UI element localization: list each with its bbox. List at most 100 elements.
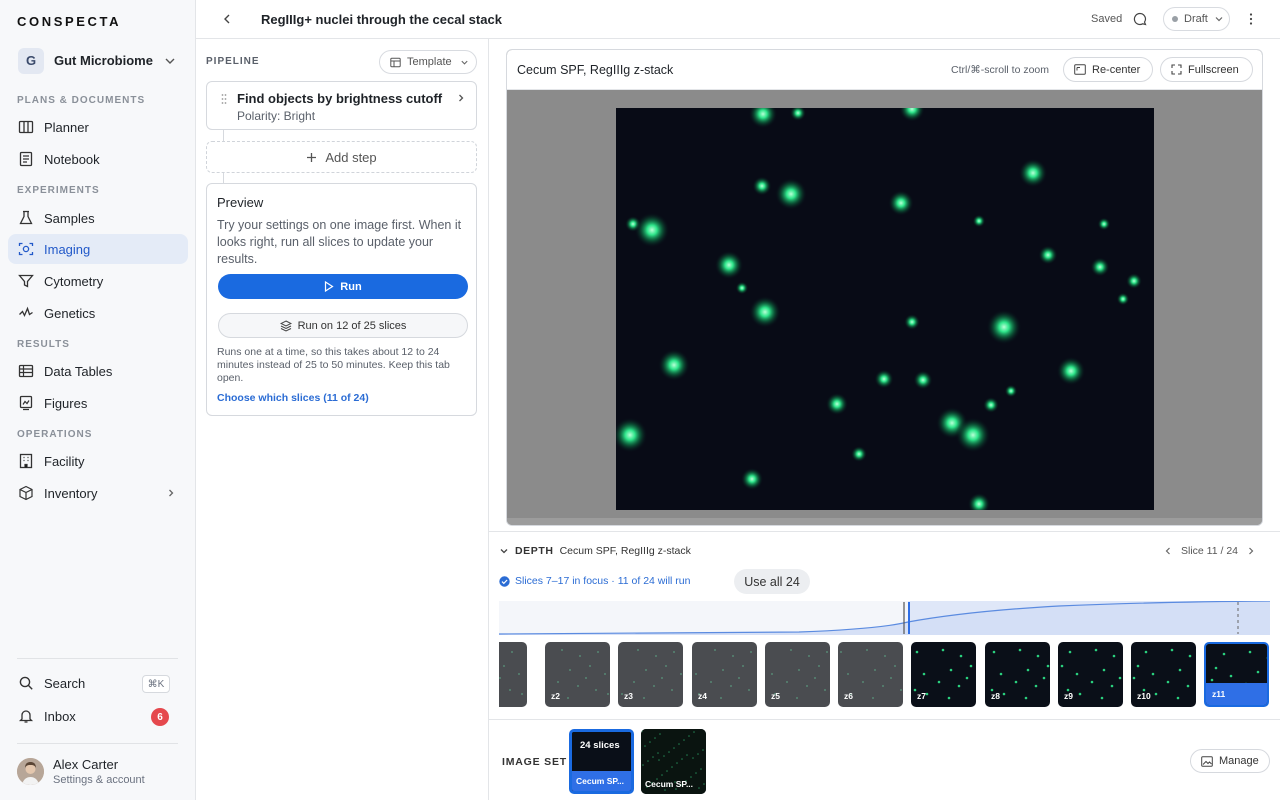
chevron-left-icon[interactable]: [1163, 546, 1173, 556]
pipeline-panel: PIPELINE Template Find objects by bright…: [196, 39, 489, 800]
status-dropdown[interactable]: Draft: [1163, 7, 1230, 31]
nucleus-spot: [749, 296, 781, 328]
inbox-label: Inbox: [44, 709, 76, 724]
zoom-hint: Ctrl/⌘-scroll to zoom: [951, 64, 1050, 76]
run-subset-label: Run on 12 of 25 slices: [297, 319, 407, 332]
slice-thumbnail[interactable]: [499, 642, 527, 707]
save-status: Saved: [1091, 13, 1123, 25]
nucleus-spot: [904, 314, 920, 330]
template-button[interactable]: Template: [379, 50, 477, 74]
step-connector: [223, 173, 224, 183]
sidebar-item-imaging[interactable]: Imaging: [8, 234, 188, 264]
sidebar-divider: [17, 743, 178, 744]
nucleus-spot: [851, 446, 867, 462]
chevron-right-icon[interactable]: [1246, 546, 1256, 556]
play-icon: [325, 281, 334, 292]
search-button[interactable]: Search ⌘K: [8, 668, 188, 698]
sidebar-item-planner[interactable]: Planner: [8, 112, 188, 142]
sidebar-item-figures[interactable]: Figures: [8, 388, 188, 418]
recenter-button[interactable]: Re-center: [1063, 57, 1153, 82]
sidebar-item-label: Samples: [44, 211, 95, 226]
slice-thumbnail[interactable]: z9: [1058, 642, 1123, 707]
template-label: Template: [407, 56, 452, 68]
sidebar-item-notebook[interactable]: Notebook: [8, 144, 188, 174]
notebook-icon: [19, 151, 33, 167]
pipeline-step[interactable]: Find objects by brightness cutoff Polari…: [206, 81, 477, 130]
viewer-card: Cecum SPF, RegIIIg z-stack Ctrl/⌘-scroll…: [506, 49, 1263, 526]
manage-label: Manage: [1219, 755, 1259, 767]
slice-thumbnail[interactable]: z6: [838, 642, 903, 707]
slice-label: z8: [991, 691, 1000, 701]
chevron-right-icon: [169, 489, 174, 497]
more-options-icon[interactable]: [1249, 12, 1253, 26]
nucleus-spot: [874, 369, 894, 389]
drag-handle-icon[interactable]: [221, 93, 227, 105]
app-window: CONSPECTA G Gut Microbiome Lab PLANS & D…: [0, 0, 1280, 800]
chevron-down-icon: [1215, 17, 1223, 22]
focus-curve[interactable]: [499, 601, 1270, 635]
sidebar-item-facility[interactable]: Facility: [8, 446, 188, 476]
sidebar-item-label: Notebook: [44, 152, 100, 167]
microscopy-image[interactable]: [616, 108, 1154, 510]
slice-label: z7: [917, 691, 926, 701]
slice-thumbnail[interactable]: z2: [545, 642, 610, 707]
use-all-button[interactable]: Use all 24: [734, 569, 810, 594]
filter-icon: [18, 274, 34, 288]
recenter-label: Re-center: [1092, 63, 1141, 76]
back-arrow-icon[interactable]: [220, 12, 234, 26]
inbox-button[interactable]: Inbox 6: [8, 701, 188, 731]
nucleus-spot: [740, 467, 764, 491]
slice-thumbnail[interactable]: z7: [911, 642, 976, 707]
workspace-switcher[interactable]: G Gut Microbiome Lab: [18, 47, 180, 74]
sidebar-item-samples[interactable]: Samples: [8, 203, 188, 233]
run-label: Run: [340, 280, 362, 293]
table-icon: [18, 364, 34, 378]
chevron-down-icon: [165, 58, 175, 64]
add-step-button[interactable]: Add step: [206, 141, 477, 173]
fullscreen-button[interactable]: Fullscreen: [1160, 57, 1253, 82]
section-operations: OPERATIONS: [17, 429, 93, 440]
chevron-right-icon: [459, 94, 464, 102]
sidebar-divider: [17, 658, 178, 659]
thumbnail-image: [499, 651, 523, 695]
chevron-down-icon: [461, 60, 468, 65]
comment-icon[interactable]: [1133, 12, 1147, 26]
status-label: Draft: [1184, 13, 1208, 25]
run-subset-button[interactable]: Run on 12 of 25 slices: [218, 313, 468, 338]
choose-slices-link[interactable]: Choose which slices (11 of 24): [217, 392, 369, 404]
sidebar-item-genetics[interactable]: Genetics: [8, 298, 188, 328]
step-connector: [223, 130, 224, 141]
plus-icon: [307, 152, 317, 162]
slice-thumbnail[interactable]: z5: [765, 642, 830, 707]
sidebar-item-label: Imaging: [44, 242, 91, 257]
slice-thumbnail[interactable]: z4: [692, 642, 757, 707]
add-step-label: Add step: [325, 149, 377, 165]
image-set-card[interactable]: Cecum SP...: [641, 729, 706, 794]
slice-indicator: Slice 11 / 24: [1181, 545, 1239, 557]
sidebar-item-label: Data Tables: [44, 364, 113, 379]
nucleus-spot: [983, 397, 999, 413]
manage-button[interactable]: Manage: [1190, 749, 1270, 773]
run-button[interactable]: Run: [218, 274, 468, 299]
flask-icon: [19, 210, 33, 225]
nucleus-spot: [752, 176, 772, 196]
sidebar-item-data-tables[interactable]: Data Tables: [8, 356, 188, 386]
nucleus-spot: [1090, 257, 1110, 277]
step-subtitle: Polarity: Bright: [237, 109, 316, 123]
template-icon: [390, 57, 401, 67]
sidebar-item-label: Planner: [44, 120, 89, 135]
slice-thumbnail[interactable]: z8: [985, 642, 1050, 707]
scan-icon: [18, 242, 34, 256]
nucleus-spot: [955, 417, 991, 453]
sidebar-item-inventory[interactable]: Inventory: [8, 478, 188, 508]
search-shortcut: ⌘K: [142, 675, 170, 693]
nucleus-spot: [913, 370, 933, 390]
nucleus-spot: [735, 281, 749, 295]
slice-thumbnail-selected[interactable]: z11: [1204, 642, 1269, 707]
user-account[interactable]: Alex Carter Settings & account: [17, 756, 187, 790]
sidebar-item-cytometry[interactable]: Cytometry: [8, 266, 188, 296]
image-set-card-selected[interactable]: 24 slices Cecum SP...: [569, 729, 634, 794]
slice-thumbnail[interactable]: z10: [1131, 642, 1196, 707]
depth-header[interactable]: DEPTH Cecum SPF, RegIIIg z-stack: [499, 545, 691, 557]
slice-thumbnail[interactable]: z3: [618, 642, 683, 707]
